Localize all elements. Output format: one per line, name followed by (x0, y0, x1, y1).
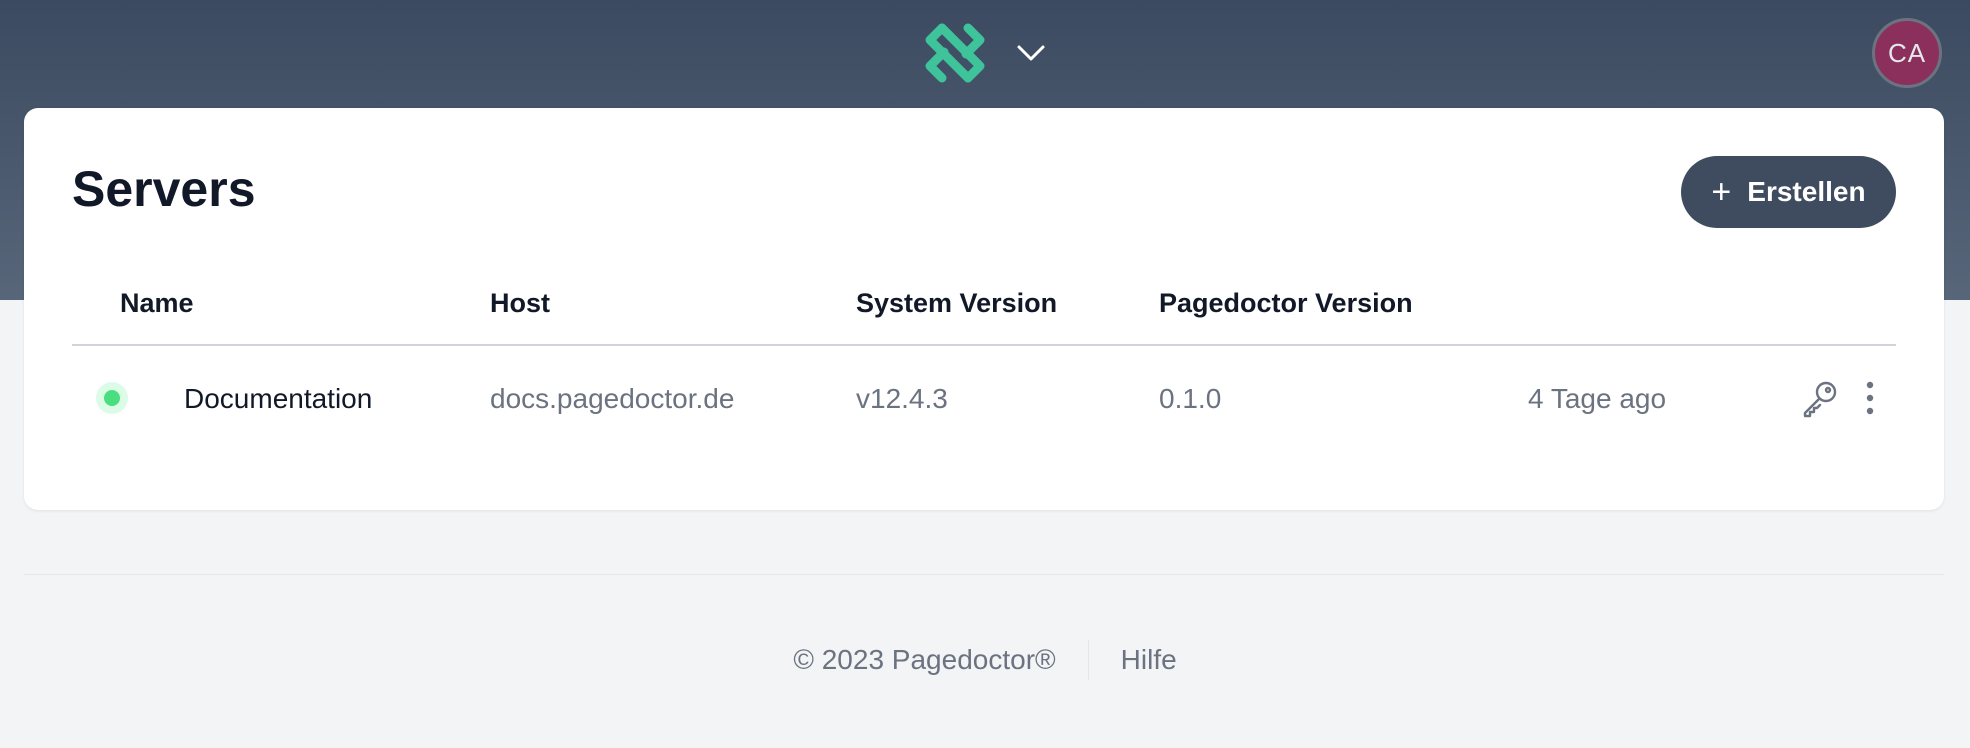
create-button-label: Erstellen (1747, 176, 1866, 207)
app-switcher[interactable] (922, 20, 1046, 86)
pagedoctor-logo-icon (925, 23, 985, 83)
top-bar: CA (0, 0, 1970, 108)
chevron-down-icon (1017, 45, 1045, 61)
footer-divider (24, 574, 1944, 575)
server-host: docs.pagedoctor.de (490, 383, 735, 414)
plus-icon: + (1711, 173, 1732, 211)
server-updated: 4 Tage ago (1528, 383, 1667, 414)
key-icon[interactable] (1800, 378, 1840, 418)
column-header-name: Name (120, 288, 194, 318)
footer-separator (1087, 640, 1089, 680)
table-row[interactable]: Documentation docs.pagedoctor.de v12.4.3… (72, 348, 1896, 448)
server-name[interactable]: Documentation (184, 383, 372, 415)
status-indicator (96, 382, 128, 414)
status-dot-inner (104, 390, 120, 406)
avatar[interactable]: CA (1872, 18, 1942, 88)
footer: © 2023 Pagedoctor® Hilfe (0, 640, 1970, 680)
table-header: Name Host System Version Pagedoctor Vers… (72, 246, 1896, 346)
server-pagedoctor-version: 0.1.0 (1159, 383, 1222, 414)
page-title: Servers (72, 161, 256, 217)
column-header-system-version: System Version (856, 288, 1058, 318)
column-header-host: Host (490, 288, 550, 318)
create-button[interactable]: + Erstellen (1681, 156, 1896, 228)
server-system-version: v12.4.3 (856, 383, 948, 414)
footer-help-link[interactable]: Hilfe (1121, 644, 1177, 676)
footer-copyright: © 2023 Pagedoctor® (793, 644, 1056, 675)
servers-card: Servers + Erstellen Name Host System Ver… (24, 108, 1944, 510)
more-options-icon[interactable] (1860, 378, 1880, 418)
column-header-pagedoctor-version: Pagedoctor Version (1159, 288, 1413, 318)
